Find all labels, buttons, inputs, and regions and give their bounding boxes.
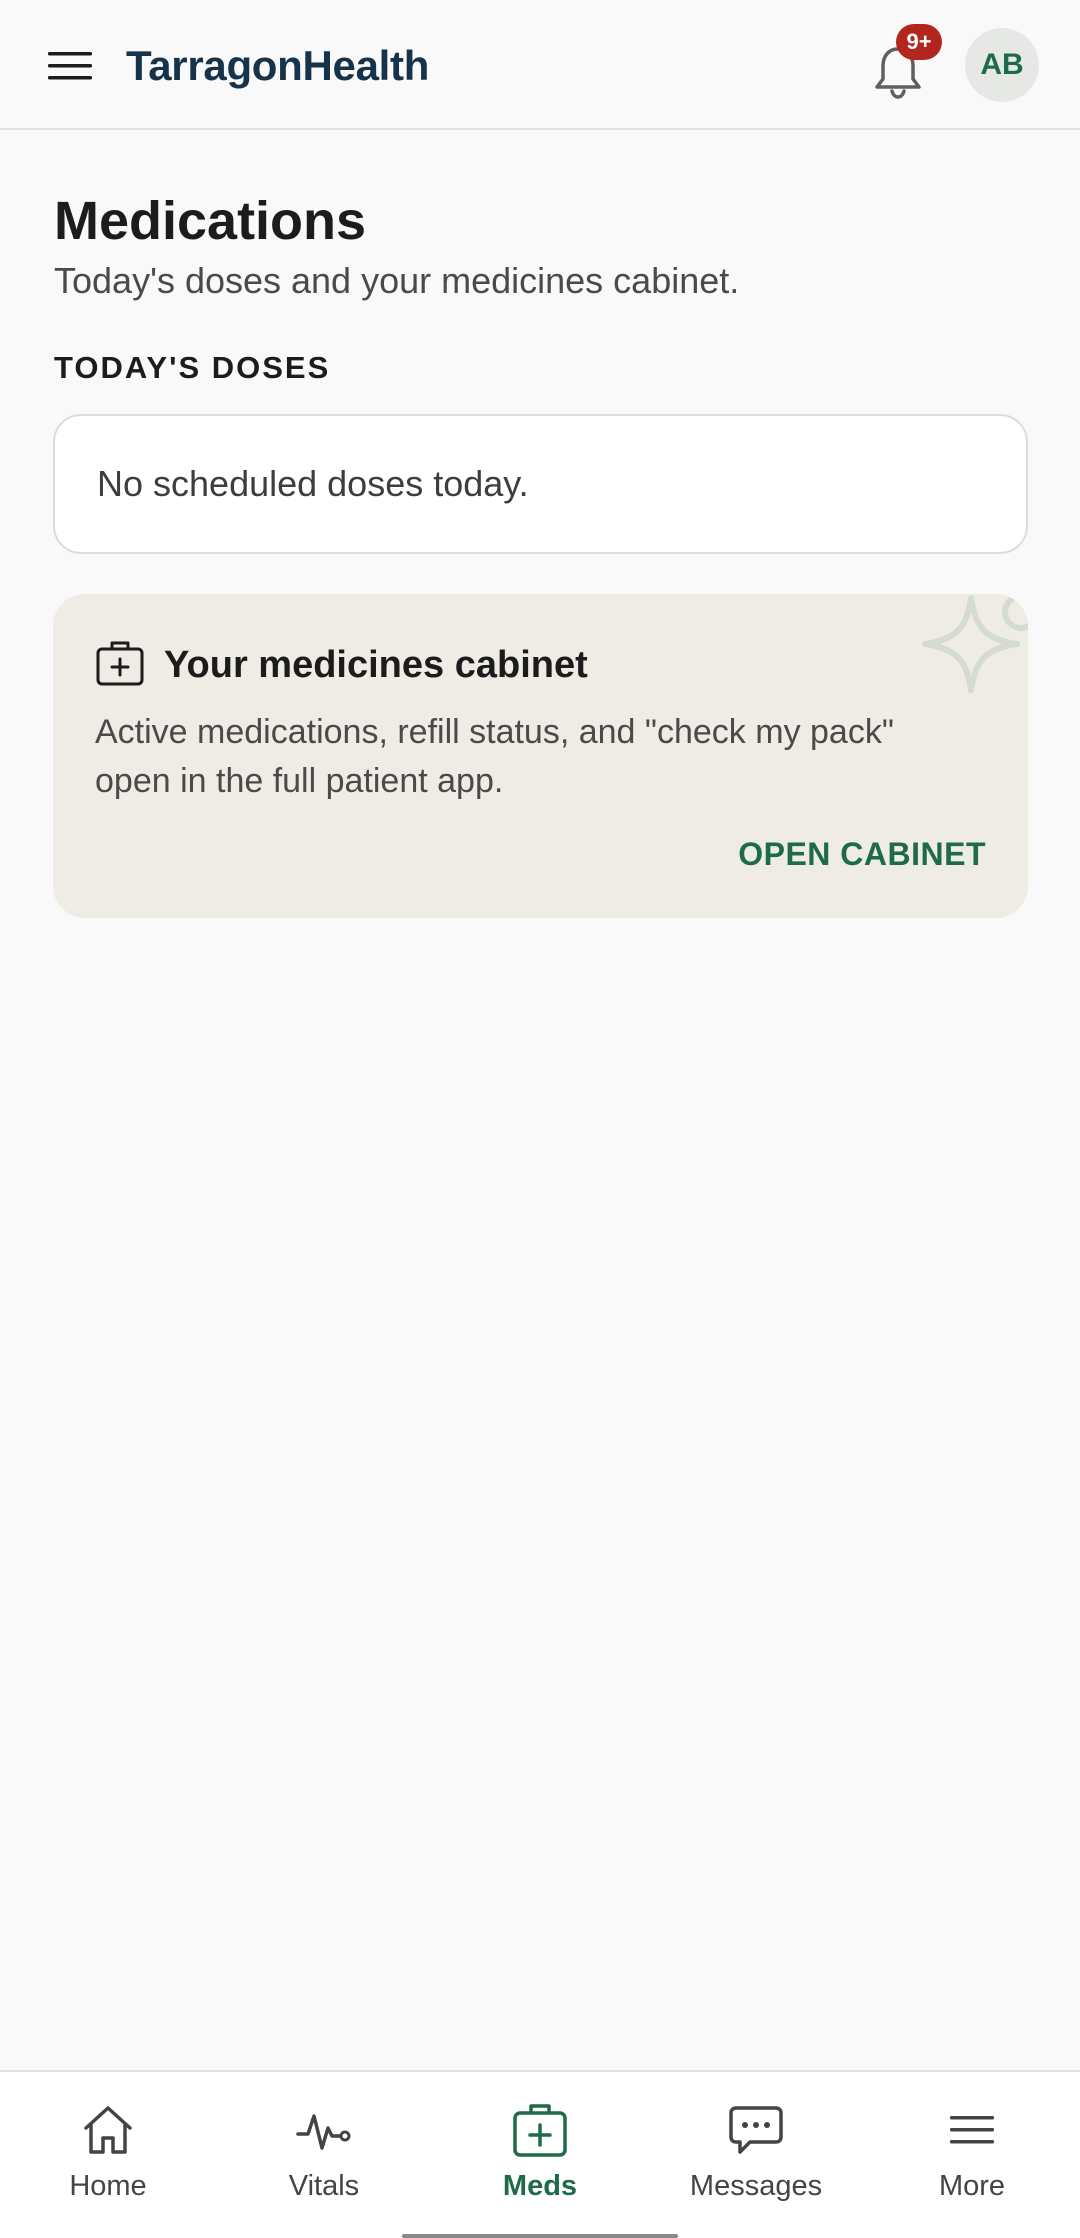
hamburger-menu-button[interactable]	[30, 30, 112, 102]
sparkle-icon	[922, 594, 1028, 693]
cabinet-description: Active medications, refill status, and "…	[95, 713, 894, 800]
todays-doses-heading: TODAY'S DOSES	[54, 350, 331, 385]
nav-label-more: More	[938, 2170, 1006, 2202]
nav-label-home: Home	[69, 2170, 147, 2202]
menu-icon	[950, 2116, 994, 2144]
nav-item-messages[interactable]: Messages	[648, 2072, 864, 2238]
notification-count-badge: 9+	[896, 24, 942, 60]
page-title: Medications	[54, 191, 367, 251]
hamburger-icon	[48, 52, 92, 80]
home-icon	[84, 2106, 132, 2154]
nav-item-vitals[interactable]: Vitals	[216, 2072, 432, 2238]
user-avatar[interactable]: AB	[965, 28, 1039, 102]
medicine-cabinet-icon	[96, 641, 144, 686]
nav-item-more[interactable]: More	[864, 2072, 1080, 2238]
nav-item-meds[interactable]: Meds	[432, 2072, 648, 2238]
no-doses-message: No scheduled doses today.	[97, 463, 529, 504]
nav-item-home[interactable]: Home	[0, 2072, 216, 2238]
nav-label-meds: Meds	[502, 2170, 578, 2202]
open-cabinet-button[interactable]: OPEN CABINET	[738, 834, 986, 874]
bottom-navigation: Home Vitals Meds Messages More	[0, 2070, 1080, 2238]
todays-doses-card: No scheduled doses today.	[53, 414, 1028, 554]
top-app-bar: TarragonHealth 9+ AB	[0, 0, 1080, 130]
pulse-icon	[296, 2114, 351, 2150]
page-subtitle: Today's doses and your medicines cabinet…	[54, 260, 740, 301]
medkit-icon	[513, 2104, 567, 2157]
nav-label-messages: Messages	[689, 2170, 823, 2202]
medicines-cabinet-card[interactable]: Your medicines cabinet Active medication…	[53, 594, 1028, 918]
nav-label-vitals: Vitals	[288, 2170, 360, 2202]
cabinet-title: Your medicines cabinet	[164, 644, 588, 686]
gesture-home-indicator[interactable]	[402, 2234, 678, 2238]
app-brand: TarragonHealth	[126, 42, 430, 89]
chat-icon	[729, 2106, 783, 2154]
